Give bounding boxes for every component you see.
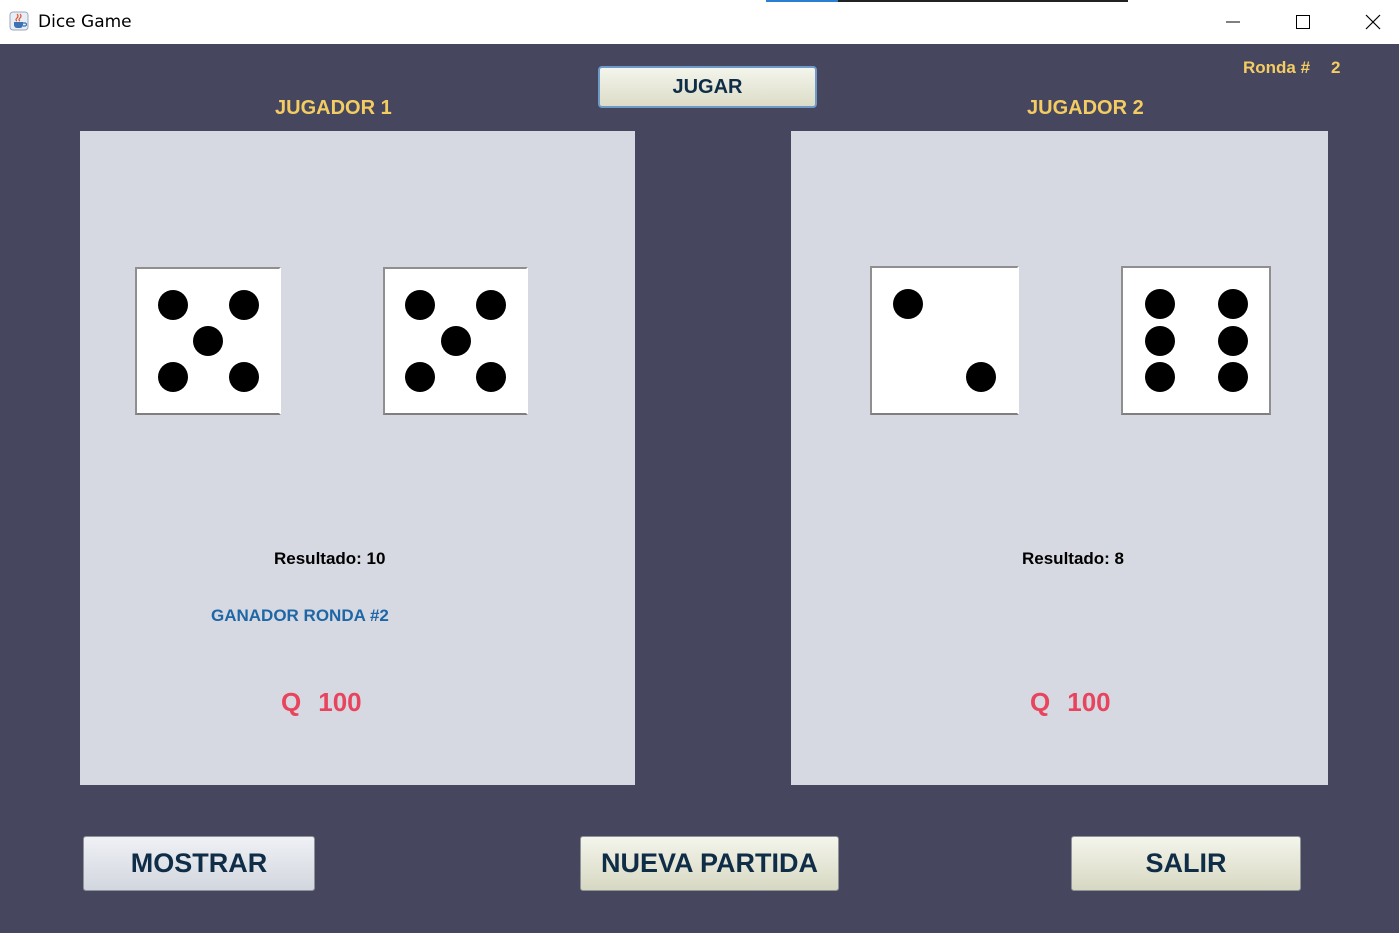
round-label: Ronda # xyxy=(1243,58,1311,77)
minimize-button[interactable] xyxy=(1210,0,1256,44)
player1-result: Resultado: 10 xyxy=(274,549,386,568)
money-amount: 100 xyxy=(318,687,362,717)
money-amount: 100 xyxy=(1067,687,1111,717)
die-pip xyxy=(893,289,924,320)
close-icon xyxy=(1365,14,1381,30)
die-pip xyxy=(475,290,506,320)
die-pip xyxy=(440,326,471,356)
maximize-icon xyxy=(1296,15,1310,29)
round-number: 2 xyxy=(1331,58,1341,77)
player2-die-2 xyxy=(1121,266,1271,415)
java-cup-icon xyxy=(9,11,29,31)
die-pip xyxy=(157,290,188,320)
die-pip xyxy=(405,362,436,392)
player2-money: Q 100 xyxy=(1030,687,1111,718)
die-pip xyxy=(405,290,436,320)
maximize-button[interactable] xyxy=(1280,0,1326,44)
player2-title: JUGADOR 2 xyxy=(1027,97,1144,119)
show-button[interactable]: MOSTRAR xyxy=(83,836,315,891)
die-pip xyxy=(193,326,223,356)
player1-die-1 xyxy=(135,267,281,415)
currency-symbol: Q xyxy=(281,687,302,717)
close-button[interactable] xyxy=(1350,0,1396,44)
die-pip xyxy=(1144,289,1175,320)
new-game-button[interactable]: NUEVA PARTIDA xyxy=(580,836,839,891)
currency-symbol: Q xyxy=(1030,687,1051,717)
taskbar-progress-line xyxy=(766,0,1128,2)
player1-title: JUGADOR 1 xyxy=(275,97,392,119)
play-button[interactable]: JUGAR xyxy=(598,66,817,108)
die-pip xyxy=(157,362,188,392)
die-pip xyxy=(1217,325,1248,356)
player1-money: Q 100 xyxy=(281,687,362,718)
player1-die-2 xyxy=(383,267,528,415)
title-bar: Dice Game xyxy=(0,0,1399,44)
die-pip xyxy=(1144,361,1175,392)
player2-result: Resultado: 8 xyxy=(1022,549,1125,568)
die-pip xyxy=(475,362,506,392)
minimize-icon xyxy=(1226,21,1240,23)
die-pip xyxy=(228,290,259,320)
die-pip xyxy=(228,362,259,392)
window-title: Dice Game xyxy=(38,12,132,32)
exit-button[interactable]: SALIR xyxy=(1071,836,1301,891)
round-winner-label: GANADOR RONDA #2 xyxy=(211,606,389,625)
die-pip xyxy=(1217,361,1248,392)
die-pip xyxy=(1217,289,1248,320)
die-pip xyxy=(1144,325,1175,356)
die-pip xyxy=(965,361,996,392)
player2-die-1 xyxy=(870,266,1019,415)
